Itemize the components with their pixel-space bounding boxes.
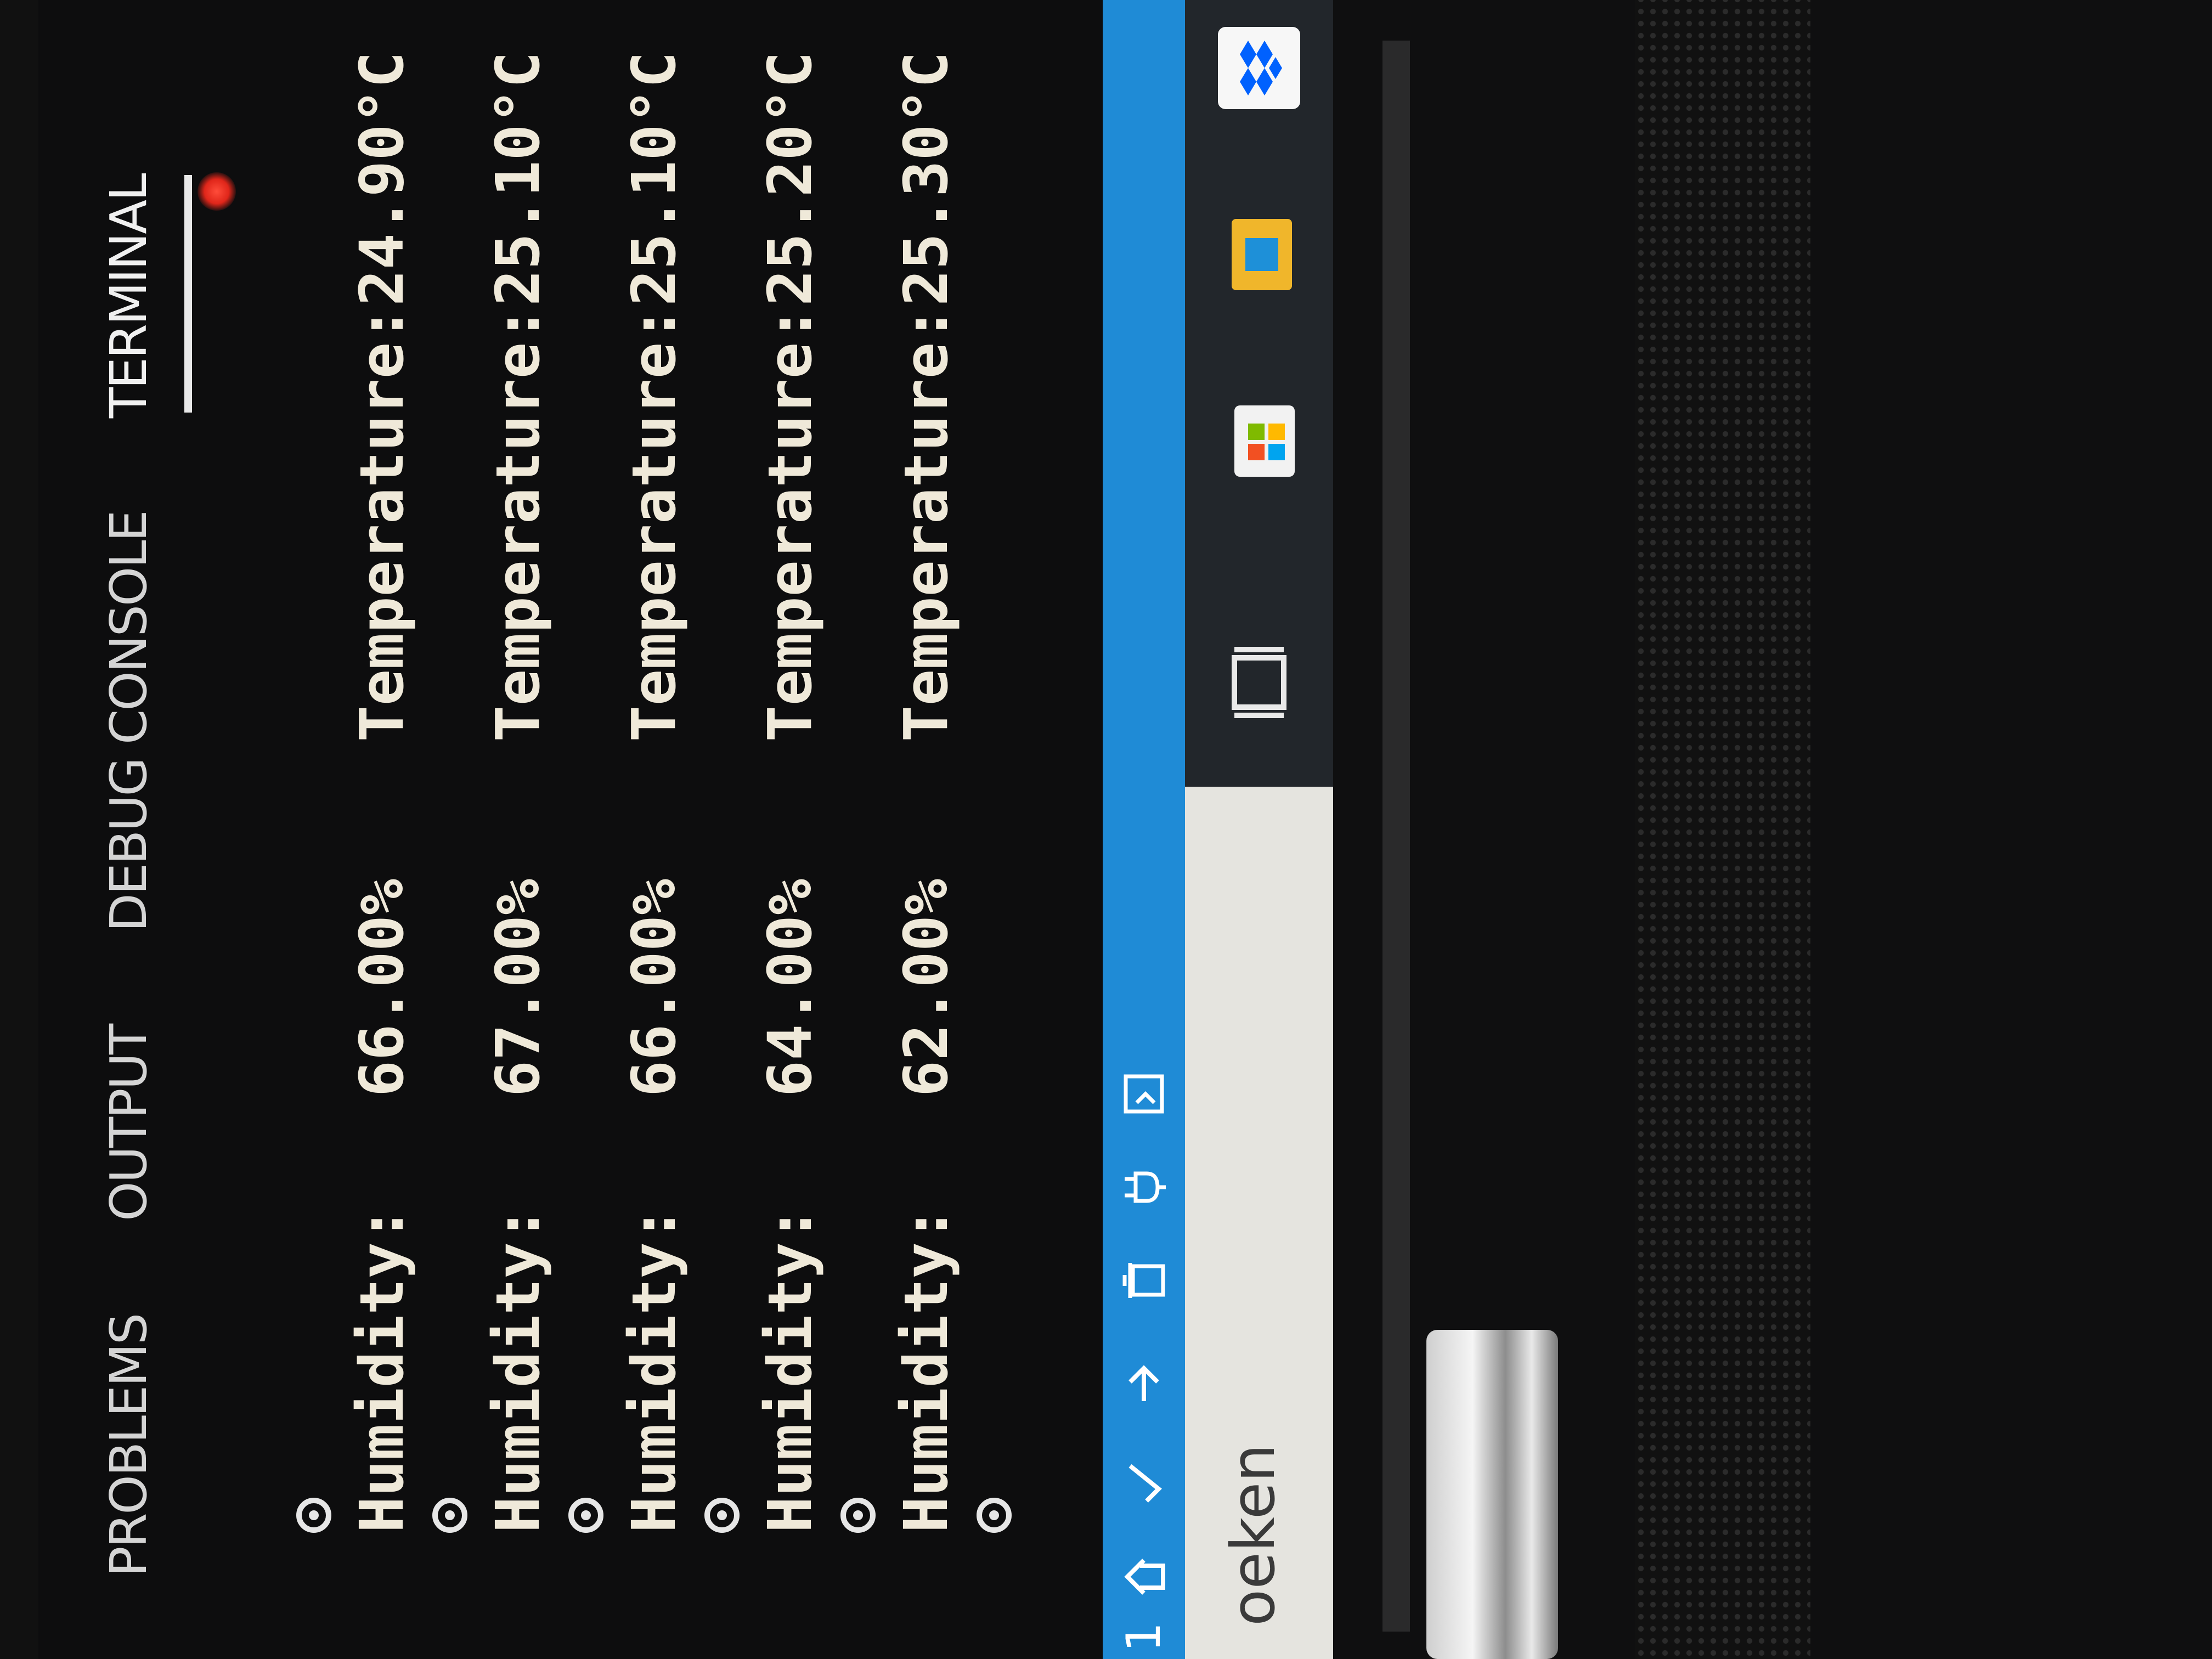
temperature-label: Temperature: — [619, 306, 689, 742]
webcam-led — [198, 172, 236, 211]
screen-bezel — [0, 0, 38, 1659]
task-view-icon[interactable] — [1215, 639, 1303, 726]
terminal-marker — [824, 52, 892, 1533]
panel-tabs: PROBLEMS OUTPUT DEBUG CONSOLE TERMINAL — [99, 175, 158, 1577]
terminal-marker — [416, 52, 484, 1533]
check-icon[interactable] — [1119, 1462, 1169, 1505]
humidity-label: Humidity: — [891, 1205, 961, 1533]
tab-problems[interactable]: PROBLEMS — [99, 1314, 158, 1577]
file-explorer-icon[interactable] — [1215, 211, 1303, 298]
plug-icon[interactable] — [1119, 1165, 1169, 1209]
terminal-line: Humidity: 66.00% Temperature: 24.90°C — [347, 51, 417, 1533]
terminal-marker — [280, 52, 348, 1533]
dropbox-icon[interactable] — [1215, 24, 1303, 112]
tab-terminal[interactable]: TERMINAL — [99, 175, 158, 419]
humidity-value: 66.00% — [347, 878, 417, 1097]
trash-icon[interactable] — [1119, 1259, 1169, 1302]
tab-debug-console[interactable]: DEBUG CONSOLE — [99, 511, 158, 932]
temperature-label: Temperature: — [347, 306, 417, 742]
speaker-grille — [1635, 0, 1810, 1659]
circle-marker-icon — [840, 1498, 876, 1533]
humidity-value: 64.00% — [755, 878, 825, 1097]
terminal-marker — [688, 52, 756, 1533]
temperature-value: 25.30°C — [891, 51, 961, 306]
serial-monitor-icon[interactable] — [1119, 1072, 1169, 1116]
circle-marker-icon — [296, 1498, 331, 1533]
terminal-marker — [960, 52, 1028, 1533]
terminal-marker — [552, 52, 620, 1533]
terminal-line: Humidity: 64.00% Temperature: 25.20°C — [755, 51, 825, 1533]
taskbar-search-box[interactable]: oeken — [1185, 787, 1333, 1659]
laptop-screen: PROBLEMS OUTPUT DEBUG CONSOLE TERMINAL H… — [0, 0, 1333, 1659]
terminal-line: Humidity: 67.00% Temperature: 25.10°C — [483, 51, 553, 1533]
terminal-line: Humidity: 62.00% Temperature: 25.30°C — [891, 51, 961, 1533]
home-icon[interactable] — [1119, 1555, 1169, 1599]
windows-taskbar: oeken — [1185, 0, 1333, 1659]
laptop-hinge — [1383, 41, 1410, 1632]
circle-marker-icon — [704, 1498, 740, 1533]
humidity-value: 62.00% — [891, 878, 961, 1097]
store-icon[interactable] — [1215, 397, 1303, 485]
temperature-value: 25.20°C — [755, 51, 825, 306]
status-bar: 1 — [1103, 0, 1185, 1659]
circle-marker-icon — [432, 1498, 467, 1533]
circle-marker-icon — [977, 1498, 1012, 1533]
temperature-label: Temperature: — [483, 306, 553, 742]
terminal-output[interactable]: Humidity: 66.00% Temperature: 24.90°C Hu… — [280, 52, 1028, 1533]
temperature-value: 24.90°C — [347, 51, 417, 306]
circle-marker-icon — [568, 1498, 603, 1533]
upload-arrow-icon[interactable] — [1119, 1363, 1169, 1407]
tab-output[interactable]: OUTPUT — [99, 1025, 158, 1221]
temperature-value: 25.10°C — [619, 51, 689, 306]
hinge-chrome — [1426, 1330, 1558, 1659]
humidity-label: Humidity: — [755, 1205, 825, 1533]
status-text: 1 — [1116, 1622, 1171, 1652]
humidity-label: Humidity: — [619, 1205, 689, 1533]
terminal-line: Humidity: 66.00% Temperature: 25.10°C — [619, 51, 689, 1533]
search-placeholder: oeken — [1218, 1443, 1288, 1626]
photo-frame: PROBLEMS OUTPUT DEBUG CONSOLE TERMINAL H… — [0, 0, 2212, 1659]
humidity-value: 66.00% — [619, 878, 689, 1097]
temperature-label: Temperature: — [891, 306, 961, 742]
temperature-label: Temperature: — [755, 306, 825, 742]
humidity-value: 67.00% — [483, 878, 553, 1097]
humidity-label: Humidity: — [483, 1205, 553, 1533]
temperature-value: 25.10°C — [483, 51, 553, 306]
humidity-label: Humidity: — [347, 1205, 417, 1533]
